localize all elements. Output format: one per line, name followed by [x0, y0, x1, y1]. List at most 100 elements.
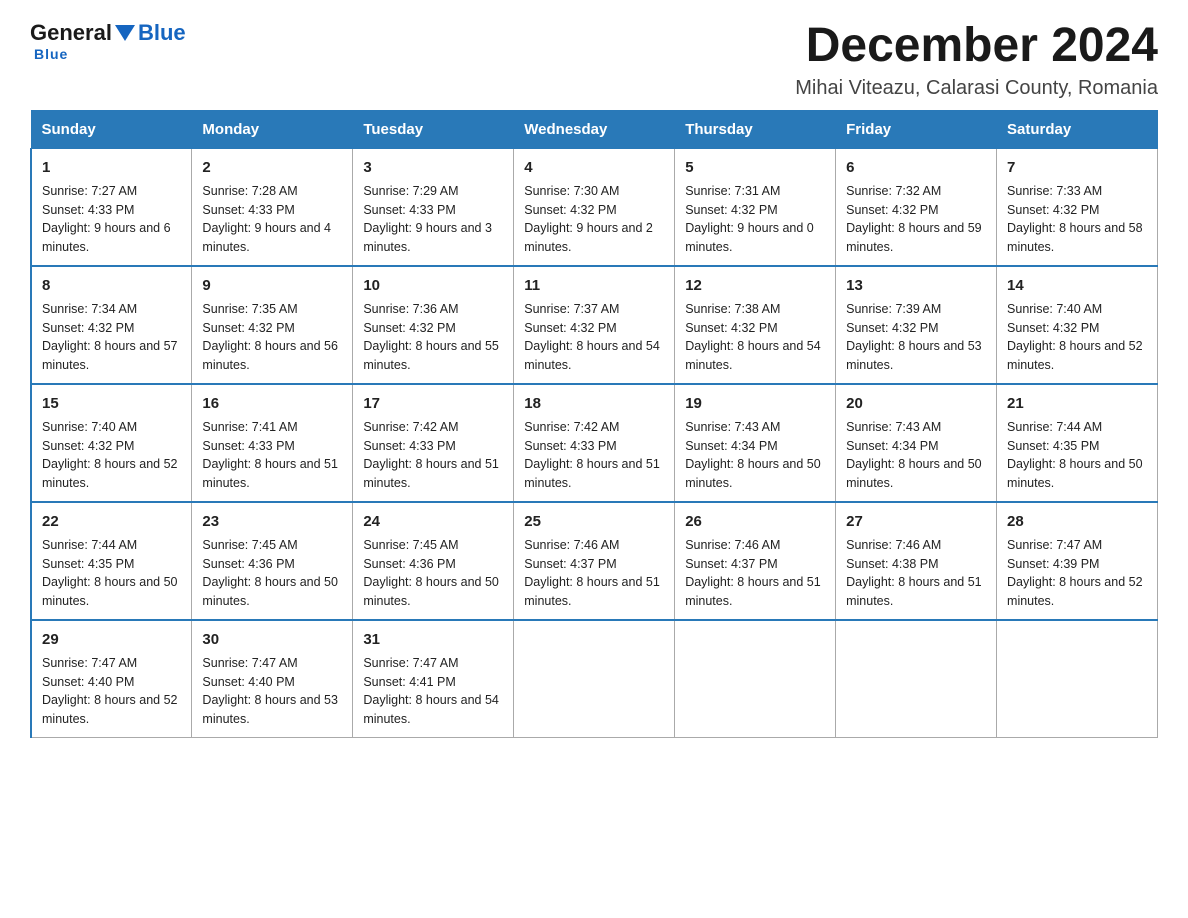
day-number: 18: [524, 393, 664, 414]
col-tuesday: Tuesday: [353, 110, 514, 148]
day-number: 29: [42, 629, 181, 650]
day-number: 15: [42, 393, 181, 414]
header: General Blue Blue December 2024 Mihai Vi…: [30, 20, 1158, 100]
day-info: Sunrise: 7:27 AMSunset: 4:33 PMDaylight:…: [42, 184, 171, 254]
day-info: Sunrise: 7:47 AMSunset: 4:39 PMDaylight:…: [1007, 538, 1143, 608]
calendar-row: 29 Sunrise: 7:47 AMSunset: 4:40 PMDaylig…: [31, 620, 1158, 738]
table-row: 4 Sunrise: 7:30 AMSunset: 4:32 PMDayligh…: [514, 148, 675, 266]
day-info: Sunrise: 7:32 AMSunset: 4:32 PMDaylight:…: [846, 184, 982, 254]
table-row: [997, 620, 1158, 738]
table-row: 27 Sunrise: 7:46 AMSunset: 4:38 PMDaylig…: [836, 502, 997, 620]
day-info: Sunrise: 7:36 AMSunset: 4:32 PMDaylight:…: [363, 302, 499, 372]
day-number: 3: [363, 157, 503, 178]
logo-general-text: General: [30, 20, 112, 46]
table-row: 17 Sunrise: 7:42 AMSunset: 4:33 PMDaylig…: [353, 384, 514, 502]
title-area: December 2024 Mihai Viteazu, Calarasi Co…: [795, 20, 1158, 100]
day-number: 21: [1007, 393, 1147, 414]
table-row: 31 Sunrise: 7:47 AMSunset: 4:41 PMDaylig…: [353, 620, 514, 738]
day-info: Sunrise: 7:46 AMSunset: 4:38 PMDaylight:…: [846, 538, 982, 608]
table-row: 30 Sunrise: 7:47 AMSunset: 4:40 PMDaylig…: [192, 620, 353, 738]
day-info: Sunrise: 7:47 AMSunset: 4:41 PMDaylight:…: [363, 656, 499, 726]
calendar-table: Sunday Monday Tuesday Wednesday Thursday…: [30, 110, 1158, 738]
day-number: 14: [1007, 275, 1147, 296]
day-info: Sunrise: 7:34 AMSunset: 4:32 PMDaylight:…: [42, 302, 178, 372]
table-row: 14 Sunrise: 7:40 AMSunset: 4:32 PMDaylig…: [997, 266, 1158, 384]
logo: General Blue Blue: [30, 20, 186, 62]
day-info: Sunrise: 7:39 AMSunset: 4:32 PMDaylight:…: [846, 302, 982, 372]
day-number: 7: [1007, 157, 1147, 178]
table-row: 7 Sunrise: 7:33 AMSunset: 4:32 PMDayligh…: [997, 148, 1158, 266]
table-row: 15 Sunrise: 7:40 AMSunset: 4:32 PMDaylig…: [31, 384, 192, 502]
day-number: 2: [202, 157, 342, 178]
day-info: Sunrise: 7:37 AMSunset: 4:32 PMDaylight:…: [524, 302, 660, 372]
col-sunday: Sunday: [31, 110, 192, 148]
day-number: 28: [1007, 511, 1147, 532]
day-number: 31: [363, 629, 503, 650]
day-info: Sunrise: 7:35 AMSunset: 4:32 PMDaylight:…: [202, 302, 338, 372]
table-row: 22 Sunrise: 7:44 AMSunset: 4:35 PMDaylig…: [31, 502, 192, 620]
day-number: 30: [202, 629, 342, 650]
table-row: 13 Sunrise: 7:39 AMSunset: 4:32 PMDaylig…: [836, 266, 997, 384]
day-info: Sunrise: 7:44 AMSunset: 4:35 PMDaylight:…: [1007, 420, 1143, 490]
table-row: 8 Sunrise: 7:34 AMSunset: 4:32 PMDayligh…: [31, 266, 192, 384]
table-row: [675, 620, 836, 738]
table-row: 25 Sunrise: 7:46 AMSunset: 4:37 PMDaylig…: [514, 502, 675, 620]
table-row: 18 Sunrise: 7:42 AMSunset: 4:33 PMDaylig…: [514, 384, 675, 502]
col-saturday: Saturday: [997, 110, 1158, 148]
day-number: 4: [524, 157, 664, 178]
day-number: 16: [202, 393, 342, 414]
col-wednesday: Wednesday: [514, 110, 675, 148]
header-row: Sunday Monday Tuesday Wednesday Thursday…: [31, 110, 1158, 148]
table-row: 16 Sunrise: 7:41 AMSunset: 4:33 PMDaylig…: [192, 384, 353, 502]
table-row: 21 Sunrise: 7:44 AMSunset: 4:35 PMDaylig…: [997, 384, 1158, 502]
day-info: Sunrise: 7:40 AMSunset: 4:32 PMDaylight:…: [1007, 302, 1143, 372]
day-number: 24: [363, 511, 503, 532]
table-row: 28 Sunrise: 7:47 AMSunset: 4:39 PMDaylig…: [997, 502, 1158, 620]
table-row: 1 Sunrise: 7:27 AMSunset: 4:33 PMDayligh…: [31, 148, 192, 266]
logo-triangle-icon: [115, 25, 135, 41]
day-number: 26: [685, 511, 825, 532]
table-row: 3 Sunrise: 7:29 AMSunset: 4:33 PMDayligh…: [353, 148, 514, 266]
calendar-row: 15 Sunrise: 7:40 AMSunset: 4:32 PMDaylig…: [31, 384, 1158, 502]
day-info: Sunrise: 7:33 AMSunset: 4:32 PMDaylight:…: [1007, 184, 1143, 254]
day-number: 8: [42, 275, 181, 296]
day-info: Sunrise: 7:30 AMSunset: 4:32 PMDaylight:…: [524, 184, 653, 254]
day-number: 17: [363, 393, 503, 414]
table-row: 12 Sunrise: 7:38 AMSunset: 4:32 PMDaylig…: [675, 266, 836, 384]
day-info: Sunrise: 7:43 AMSunset: 4:34 PMDaylight:…: [685, 420, 821, 490]
day-info: Sunrise: 7:29 AMSunset: 4:33 PMDaylight:…: [363, 184, 492, 254]
table-row: 11 Sunrise: 7:37 AMSunset: 4:32 PMDaylig…: [514, 266, 675, 384]
calendar-row: 8 Sunrise: 7:34 AMSunset: 4:32 PMDayligh…: [31, 266, 1158, 384]
day-info: Sunrise: 7:45 AMSunset: 4:36 PMDaylight:…: [202, 538, 338, 608]
day-number: 27: [846, 511, 986, 532]
col-friday: Friday: [836, 110, 997, 148]
table-row: [836, 620, 997, 738]
table-row: 5 Sunrise: 7:31 AMSunset: 4:32 PMDayligh…: [675, 148, 836, 266]
day-info: Sunrise: 7:31 AMSunset: 4:32 PMDaylight:…: [685, 184, 814, 254]
col-monday: Monday: [192, 110, 353, 148]
day-info: Sunrise: 7:41 AMSunset: 4:33 PMDaylight:…: [202, 420, 338, 490]
table-row: 20 Sunrise: 7:43 AMSunset: 4:34 PMDaylig…: [836, 384, 997, 502]
day-info: Sunrise: 7:46 AMSunset: 4:37 PMDaylight:…: [524, 538, 660, 608]
table-row: 9 Sunrise: 7:35 AMSunset: 4:32 PMDayligh…: [192, 266, 353, 384]
day-info: Sunrise: 7:43 AMSunset: 4:34 PMDaylight:…: [846, 420, 982, 490]
day-number: 19: [685, 393, 825, 414]
day-number: 25: [524, 511, 664, 532]
day-info: Sunrise: 7:47 AMSunset: 4:40 PMDaylight:…: [42, 656, 178, 726]
day-info: Sunrise: 7:40 AMSunset: 4:32 PMDaylight:…: [42, 420, 178, 490]
day-number: 13: [846, 275, 986, 296]
table-row: 19 Sunrise: 7:43 AMSunset: 4:34 PMDaylig…: [675, 384, 836, 502]
calendar-row: 22 Sunrise: 7:44 AMSunset: 4:35 PMDaylig…: [31, 502, 1158, 620]
day-info: Sunrise: 7:46 AMSunset: 4:37 PMDaylight:…: [685, 538, 821, 608]
day-info: Sunrise: 7:28 AMSunset: 4:33 PMDaylight:…: [202, 184, 331, 254]
day-info: Sunrise: 7:42 AMSunset: 4:33 PMDaylight:…: [524, 420, 660, 490]
table-row: 23 Sunrise: 7:45 AMSunset: 4:36 PMDaylig…: [192, 502, 353, 620]
day-number: 9: [202, 275, 342, 296]
day-number: 10: [363, 275, 503, 296]
day-number: 11: [524, 275, 664, 296]
day-number: 5: [685, 157, 825, 178]
logo-blue-text: Blue: [138, 20, 186, 46]
table-row: 26 Sunrise: 7:46 AMSunset: 4:37 PMDaylig…: [675, 502, 836, 620]
day-number: 12: [685, 275, 825, 296]
table-row: 2 Sunrise: 7:28 AMSunset: 4:33 PMDayligh…: [192, 148, 353, 266]
